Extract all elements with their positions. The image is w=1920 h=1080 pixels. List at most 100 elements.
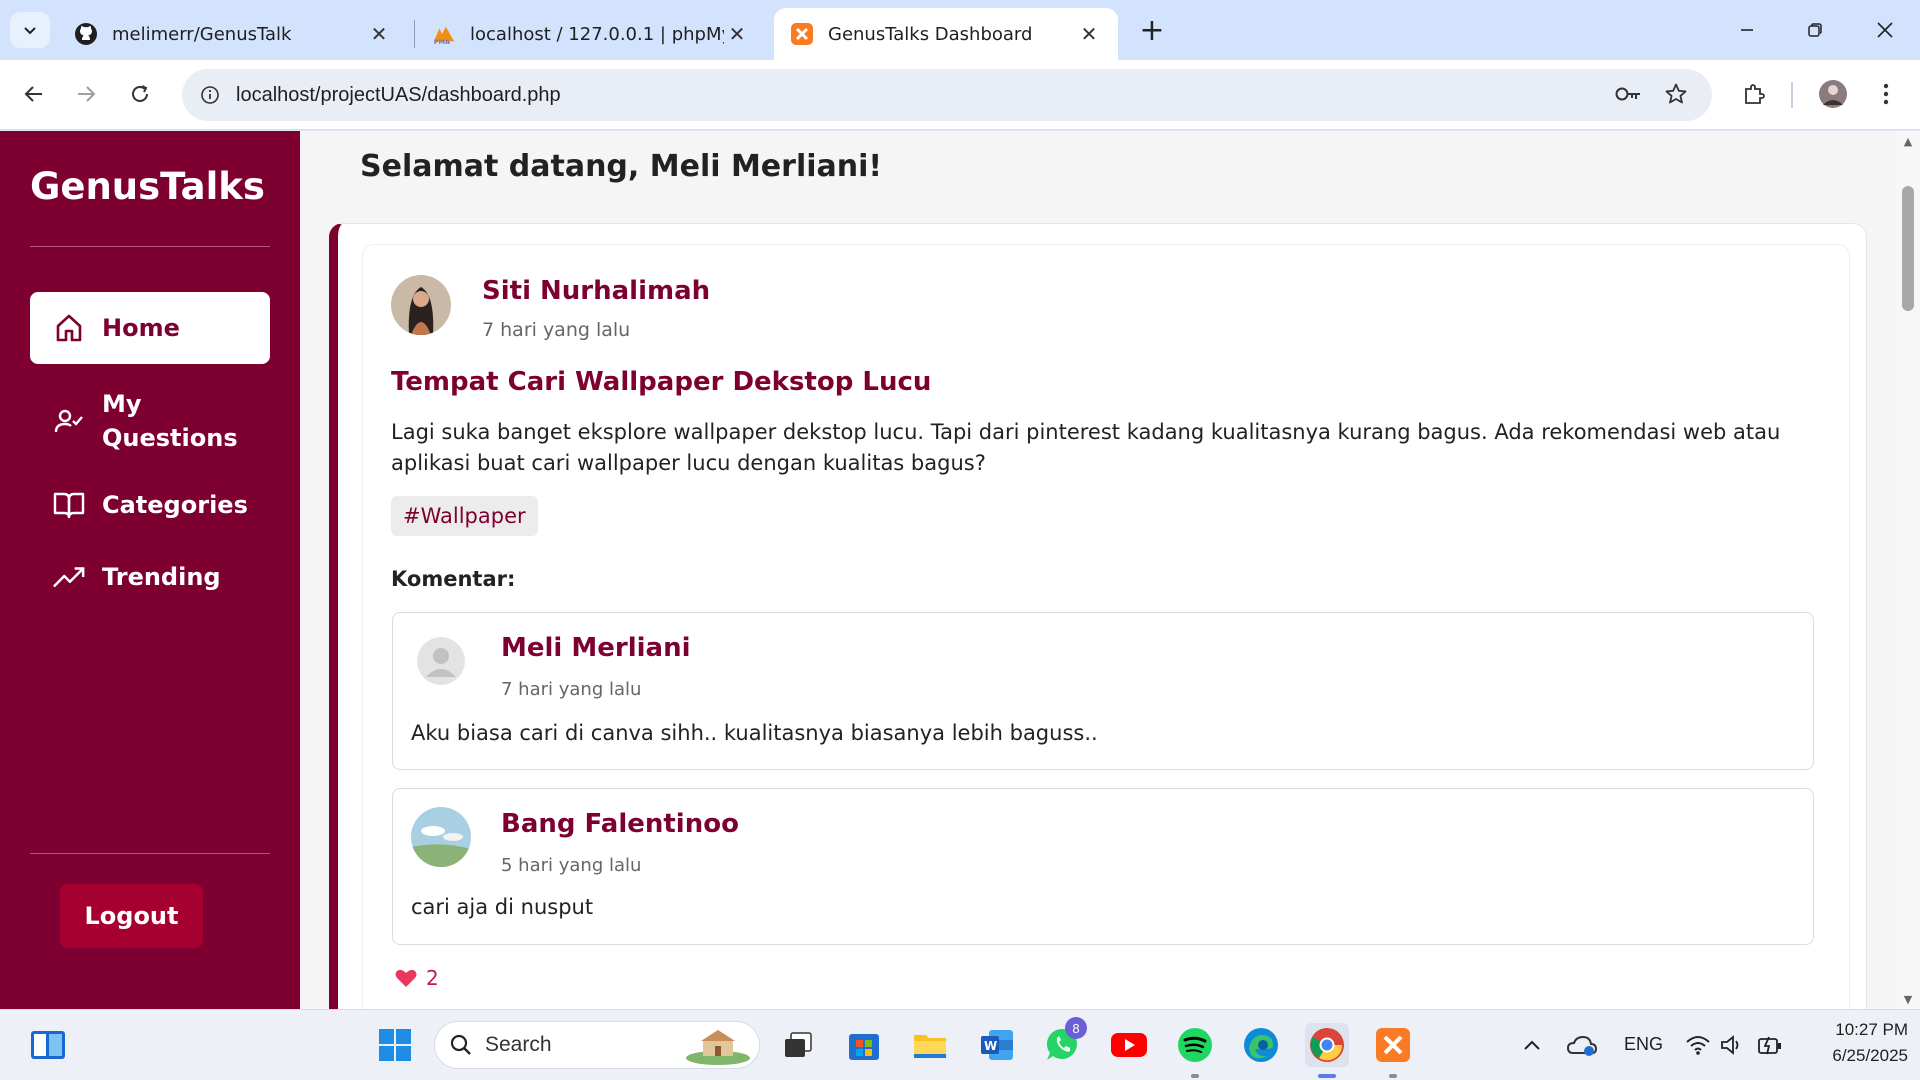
bookmark-star-icon[interactable]	[1656, 74, 1696, 114]
close-icon[interactable]: ✕	[1076, 21, 1102, 47]
show-hidden-icons-chevron-up-icon[interactable]	[1515, 1023, 1549, 1067]
battery-charging-icon[interactable]	[1752, 1023, 1788, 1067]
running-indicator	[1191, 1074, 1199, 1078]
sidebar-item-categories[interactable]: Categories	[30, 477, 270, 533]
microsoft-edge-icon[interactable]	[1239, 1023, 1283, 1067]
clock-time[interactable]: 10:27 PM	[1812, 1020, 1908, 1040]
svg-text:W: W	[984, 1039, 997, 1053]
widgets-icon[interactable]	[26, 1023, 70, 1067]
book-open-icon	[52, 488, 86, 522]
page-scrollbar[interactable]: ▲ ▼	[1896, 131, 1920, 1009]
user-check-icon	[52, 404, 86, 438]
back-arrow-icon[interactable]	[14, 74, 54, 114]
phpmyadmin-icon: PMA	[432, 22, 456, 46]
forward-arrow-icon[interactable]	[66, 74, 106, 114]
password-key-icon[interactable]	[1608, 74, 1648, 114]
search-placeholder: Search	[485, 1033, 552, 1056]
task-view-icon[interactable]	[776, 1023, 820, 1067]
commenter-avatar	[411, 807, 471, 867]
github-icon	[74, 22, 98, 46]
main-content: Selamat datang, Meli Merliani! Siti Nurh…	[300, 131, 1896, 1009]
sidebar: GenusTalks Home My Questions Categories	[0, 131, 300, 1009]
microsoft-word-icon[interactable]: W	[975, 1023, 1019, 1067]
file-explorer-icon[interactable]	[908, 1023, 952, 1067]
comment-timestamp: 5 hari yang lalu	[501, 855, 642, 876]
restore-icon[interactable]	[1792, 10, 1838, 50]
profile-avatar[interactable]	[1813, 74, 1853, 114]
google-chrome-icon[interactable]	[1305, 1023, 1349, 1067]
comment-author-name[interactable]: Bang Falentinoo	[501, 809, 739, 839]
comment-author-name[interactable]: Meli Merliani	[501, 633, 691, 663]
comment-text: cari aja di nusput	[411, 895, 594, 919]
onedrive-cloud-icon[interactable]	[1562, 1023, 1602, 1067]
scroll-down-arrow-icon[interactable]: ▼	[1902, 993, 1914, 1006]
taskbar-search-box[interactable]: Search	[434, 1021, 760, 1069]
address-bar[interactable]: localhost/projectUAS/dashboard.php	[182, 69, 1712, 121]
heart-icon	[395, 969, 417, 987]
chevron-down-icon	[24, 27, 36, 35]
search-highlight-illustration-icon	[686, 1030, 750, 1065]
close-icon[interactable]: ✕	[724, 21, 750, 47]
running-indicator	[1389, 1074, 1397, 1078]
whatsapp-icon[interactable]: 8	[1041, 1017, 1087, 1067]
browser-tab-genustalks[interactable]: GenusTalks Dashboard ✕	[774, 8, 1118, 60]
microsoft-store-icon[interactable]	[842, 1023, 886, 1067]
brand-logo-text: GenusTalks	[30, 165, 265, 208]
tab-search-button[interactable]	[10, 12, 50, 48]
reload-icon[interactable]	[120, 74, 160, 114]
browser-tab-github[interactable]: melimerr/GenusTalk ✕	[58, 8, 408, 60]
active-app-indicator	[1318, 1074, 1336, 1078]
sidebar-item-label: Trending	[102, 563, 221, 591]
close-window-icon[interactable]	[1862, 10, 1908, 50]
post-timestamp: 7 hari yang lalu	[482, 319, 631, 341]
toolbar-divider	[1791, 82, 1793, 108]
comment-card: Bang Falentinoo 5 hari yang lalu cari aj…	[392, 788, 1814, 945]
like-button[interactable]: 2	[394, 966, 439, 990]
logout-button[interactable]: Logout	[60, 884, 203, 948]
home-icon	[52, 311, 86, 345]
trending-up-icon	[52, 560, 86, 594]
comments-heading: Komentar:	[391, 567, 516, 591]
comment-card: Meli Merliani 7 hari yang lalu Aku biasa…	[392, 612, 1814, 770]
sidebar-item-label: My Questions	[102, 390, 238, 452]
browser-menu-dots-icon[interactable]	[1866, 74, 1906, 114]
default-avatar-icon	[417, 637, 465, 685]
extensions-puzzle-icon[interactable]	[1734, 74, 1774, 114]
sidebar-item-home[interactable]: Home	[30, 292, 270, 364]
browser-tab-phpmyadmin[interactable]: PMA localhost / 127.0.0.1 | phpMyAdmin ✕	[416, 8, 766, 60]
volume-speaker-icon[interactable]	[1714, 1023, 1750, 1067]
sidebar-divider	[30, 853, 270, 854]
scroll-up-arrow-icon[interactable]: ▲	[1902, 135, 1914, 148]
clock-date[interactable]: 6/25/2025	[1800, 1046, 1908, 1066]
author-avatar[interactable]	[391, 275, 451, 335]
language-indicator[interactable]: ENG	[1624, 1034, 1663, 1055]
page-title: Selamat datang, Meli Merliani!	[360, 149, 883, 184]
xampp-taskbar-icon[interactable]	[1371, 1023, 1415, 1067]
search-icon	[450, 1034, 471, 1055]
browser-toolbar: localhost/projectUAS/dashboard.php	[0, 60, 1920, 130]
scrollbar-thumb[interactable]	[1902, 186, 1914, 311]
post-tag[interactable]: #Wallpaper	[391, 496, 538, 536]
start-windows-icon[interactable]	[373, 1023, 417, 1067]
like-count: 2	[426, 966, 439, 990]
new-tab-plus-icon[interactable]: +	[1134, 12, 1170, 48]
post-title[interactable]: Tempat Cari Wallpaper Dekstop Lucu	[391, 367, 931, 397]
minimize-icon[interactable]	[1724, 10, 1770, 50]
wifi-icon[interactable]	[1680, 1023, 1716, 1067]
sidebar-item-my-questions[interactable]: My Questions	[30, 381, 270, 461]
sidebar-item-label: Home	[102, 314, 180, 342]
spotify-icon[interactable]	[1173, 1023, 1217, 1067]
url-text: localhost/projectUAS/dashboard.php	[236, 83, 561, 106]
site-info-icon[interactable]	[196, 81, 224, 109]
post-author-name[interactable]: Siti Nurhalimah	[482, 276, 710, 306]
youtube-icon[interactable]	[1107, 1023, 1151, 1067]
notification-badge: 8	[1065, 1017, 1087, 1039]
close-icon[interactable]: ✕	[366, 21, 392, 47]
browser-tab-strip: melimerr/GenusTalk ✕ PMA localhost / 127…	[0, 0, 1920, 60]
tab-label: localhost / 127.0.0.1 | phpMyAdmin	[470, 23, 724, 45]
svg-text:PMA: PMA	[434, 38, 450, 46]
sidebar-item-trending[interactable]: Trending	[30, 549, 270, 605]
comment-timestamp: 7 hari yang lalu	[501, 679, 642, 700]
tab-label: melimerr/GenusTalk	[112, 23, 292, 45]
windows-taskbar: Search W 8 ENG 10:27 PM 6/25/2025	[0, 1009, 1920, 1080]
